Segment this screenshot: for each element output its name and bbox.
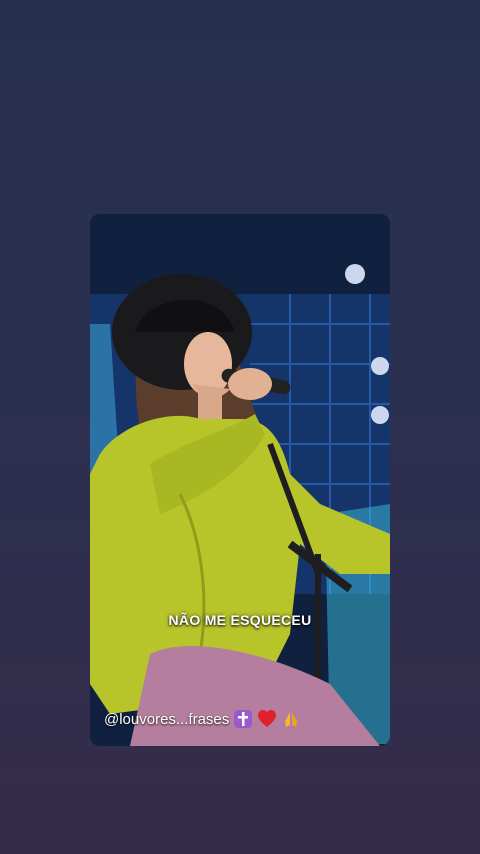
story-media-card[interactable]: NÃO ME ESQUECEU @louvores...frases bbox=[90, 214, 390, 746]
author-credit[interactable]: @louvores...frases bbox=[104, 709, 301, 729]
account-handle[interactable]: @louvores...frases bbox=[104, 711, 229, 728]
lyric-caption: NÃO ME ESQUECEU bbox=[168, 612, 312, 628]
praying-hands-icon bbox=[285, 711, 298, 727]
cross-icon bbox=[234, 710, 253, 728]
heart-icon bbox=[258, 710, 277, 727]
stage-light-icon bbox=[345, 264, 365, 284]
performer-photo bbox=[90, 214, 390, 746]
